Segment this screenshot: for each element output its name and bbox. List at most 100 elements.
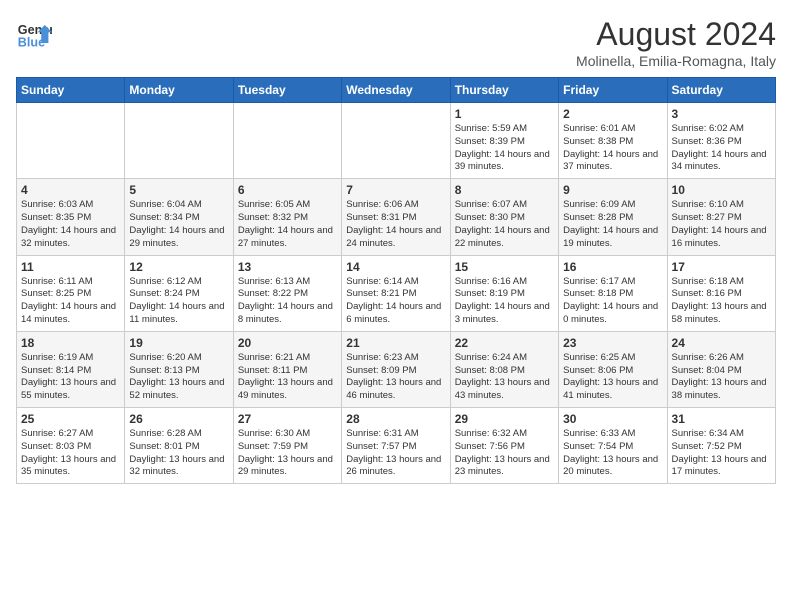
calendar-cell: 11 Sunrise: 6:11 AM Sunset: 8:25 PM Dayli…	[17, 255, 125, 331]
calendar-cell: 21 Sunrise: 6:23 AM Sunset: 8:09 PM Dayli…	[342, 331, 450, 407]
header-cell-monday: Monday	[125, 78, 233, 103]
calendar-cell: 26 Sunrise: 6:28 AM Sunset: 8:01 PM Dayli…	[125, 408, 233, 484]
calendar-week-2: 4 Sunrise: 6:03 AM Sunset: 8:35 PM Daylig…	[17, 179, 776, 255]
day-number: 31	[672, 412, 771, 426]
day-number: 7	[346, 183, 445, 197]
day-number: 27	[238, 412, 337, 426]
day-number: 22	[455, 336, 554, 350]
svg-text:Blue: Blue	[18, 36, 45, 50]
day-number: 1	[455, 107, 554, 121]
day-info: Sunrise: 6:31 AM Sunset: 7:57 PM Dayligh…	[346, 428, 445, 479]
day-info: Sunrise: 6:02 AM Sunset: 8:36 PM Dayligh…	[672, 123, 771, 174]
calendar-cell	[17, 103, 125, 179]
day-info: Sunrise: 6:04 AM Sunset: 8:34 PM Dayligh…	[129, 199, 228, 250]
calendar-cell: 23Sunrise: 6:25 AM Sunset: 8:06 PM Dayli…	[559, 331, 667, 407]
header-cell-sunday: Sunday	[17, 78, 125, 103]
day-info: Sunrise: 6:19 AM Sunset: 8:14 PM Dayligh…	[21, 352, 120, 403]
day-number: 8	[455, 183, 554, 197]
header-cell-wednesday: Wednesday	[342, 78, 450, 103]
day-number: 17	[672, 260, 771, 274]
day-number: 9	[563, 183, 662, 197]
day-info: Sunrise: 6:23 AM Sunset: 8:09 PM Dayligh…	[346, 352, 445, 403]
day-number: 25	[21, 412, 120, 426]
calendar-cell: 15 Sunrise: 6:16 AM Sunset: 8:19 PM Dayli…	[450, 255, 558, 331]
day-number: 26	[129, 412, 228, 426]
day-number: 20	[238, 336, 337, 350]
calendar-cell: 25 Sunrise: 6:27 AM Sunset: 8:03 PM Dayli…	[17, 408, 125, 484]
day-number: 12	[129, 260, 228, 274]
calendar-cell	[125, 103, 233, 179]
day-number: 10	[672, 183, 771, 197]
day-info: Sunrise: 6:24 AM Sunset: 8:08 PM Dayligh…	[455, 352, 554, 403]
day-number: 6	[238, 183, 337, 197]
day-info: Sunrise: 6:26 AM Sunset: 8:04 PM Dayligh…	[672, 352, 771, 403]
day-number: 11	[21, 260, 120, 274]
calendar-cell: 7 Sunrise: 6:06 AM Sunset: 8:31 PM Daylig…	[342, 179, 450, 255]
calendar-cell	[342, 103, 450, 179]
day-info: Sunrise: 6:16 AM Sunset: 8:19 PM Dayligh…	[455, 276, 554, 327]
calendar-cell: 24Sunrise: 6:26 AM Sunset: 8:04 PM Dayli…	[667, 331, 775, 407]
day-info: Sunrise: 6:13 AM Sunset: 8:22 PM Dayligh…	[238, 276, 337, 327]
calendar-cell: 19Sunrise: 6:20 AM Sunset: 8:13 PM Dayli…	[125, 331, 233, 407]
day-info: Sunrise: 5:59 AM Sunset: 8:39 PM Dayligh…	[455, 123, 554, 174]
calendar-cell: 9 Sunrise: 6:09 AM Sunset: 8:28 PM Daylig…	[559, 179, 667, 255]
calendar-cell: 16Sunrise: 6:17 AM Sunset: 8:18 PM Dayli…	[559, 255, 667, 331]
day-number: 19	[129, 336, 228, 350]
day-info: Sunrise: 6:07 AM Sunset: 8:30 PM Dayligh…	[455, 199, 554, 250]
day-info: Sunrise: 6:33 AM Sunset: 7:54 PM Dayligh…	[563, 428, 662, 479]
calendar-cell: 30 Sunrise: 6:33 AM Sunset: 7:54 PM Dayli…	[559, 408, 667, 484]
calendar-week-1: 1 Sunrise: 5:59 AM Sunset: 8:39 PM Daylig…	[17, 103, 776, 179]
calendar-cell: 29Sunrise: 6:32 AM Sunset: 7:56 PM Dayli…	[450, 408, 558, 484]
calendar-body: 1 Sunrise: 5:59 AM Sunset: 8:39 PM Daylig…	[17, 103, 776, 484]
header-row: SundayMondayTuesdayWednesdayThursdayFrid…	[17, 78, 776, 103]
calendar-cell: 6Sunrise: 6:05 AM Sunset: 8:32 PM Daylig…	[233, 179, 341, 255]
page-title: August 2024	[576, 16, 776, 53]
calendar-cell: 20Sunrise: 6:21 AM Sunset: 8:11 PM Dayli…	[233, 331, 341, 407]
calendar-table: SundayMondayTuesdayWednesdayThursdayFrid…	[16, 77, 776, 484]
calendar-cell	[233, 103, 341, 179]
day-number: 14	[346, 260, 445, 274]
calendar-cell: 14Sunrise: 6:14 AM Sunset: 8:21 PM Dayli…	[342, 255, 450, 331]
day-info: Sunrise: 6:27 AM Sunset: 8:03 PM Dayligh…	[21, 428, 120, 479]
page-subtitle: Molinella, Emilia-Romagna, Italy	[576, 53, 776, 69]
day-info: Sunrise: 6:06 AM Sunset: 8:31 PM Dayligh…	[346, 199, 445, 250]
calendar-cell: 18Sunrise: 6:19 AM Sunset: 8:14 PM Dayli…	[17, 331, 125, 407]
calendar-cell: 12 Sunrise: 6:12 AM Sunset: 8:24 PM Dayli…	[125, 255, 233, 331]
header-cell-friday: Friday	[559, 78, 667, 103]
day-info: Sunrise: 6:18 AM Sunset: 8:16 PM Dayligh…	[672, 276, 771, 327]
calendar-week-3: 11 Sunrise: 6:11 AM Sunset: 8:25 PM Dayli…	[17, 255, 776, 331]
day-info: Sunrise: 6:11 AM Sunset: 8:25 PM Dayligh…	[21, 276, 120, 327]
day-number: 28	[346, 412, 445, 426]
day-info: Sunrise: 6:12 AM Sunset: 8:24 PM Dayligh…	[129, 276, 228, 327]
calendar-cell: 2Sunrise: 6:01 AM Sunset: 8:38 PM Daylig…	[559, 103, 667, 179]
header-cell-saturday: Saturday	[667, 78, 775, 103]
day-number: 30	[563, 412, 662, 426]
day-number: 4	[21, 183, 120, 197]
day-info: Sunrise: 6:30 AM Sunset: 7:59 PM Dayligh…	[238, 428, 337, 479]
calendar-cell: 5 Sunrise: 6:04 AM Sunset: 8:34 PM Daylig…	[125, 179, 233, 255]
day-number: 21	[346, 336, 445, 350]
day-number: 5	[129, 183, 228, 197]
logo-icon: General Blue	[16, 16, 52, 52]
day-info: Sunrise: 6:09 AM Sunset: 8:28 PM Dayligh…	[563, 199, 662, 250]
calendar-cell: 13 Sunrise: 6:13 AM Sunset: 8:22 PM Dayli…	[233, 255, 341, 331]
calendar-cell: 27 Sunrise: 6:30 AM Sunset: 7:59 PM Dayli…	[233, 408, 341, 484]
calendar-cell: 8 Sunrise: 6:07 AM Sunset: 8:30 PM Daylig…	[450, 179, 558, 255]
day-info: Sunrise: 6:28 AM Sunset: 8:01 PM Dayligh…	[129, 428, 228, 479]
calendar-cell: 1 Sunrise: 5:59 AM Sunset: 8:39 PM Daylig…	[450, 103, 558, 179]
title-block: August 2024 Molinella, Emilia-Romagna, I…	[576, 16, 776, 69]
day-number: 29	[455, 412, 554, 426]
day-info: Sunrise: 6:10 AM Sunset: 8:27 PM Dayligh…	[672, 199, 771, 250]
header-cell-thursday: Thursday	[450, 78, 558, 103]
calendar-cell: 4 Sunrise: 6:03 AM Sunset: 8:35 PM Daylig…	[17, 179, 125, 255]
day-info: Sunrise: 6:01 AM Sunset: 8:38 PM Dayligh…	[563, 123, 662, 174]
calendar-cell: 22 Sunrise: 6:24 AM Sunset: 8:08 PM Dayli…	[450, 331, 558, 407]
day-info: Sunrise: 6:17 AM Sunset: 8:18 PM Dayligh…	[563, 276, 662, 327]
calendar-cell: 28 Sunrise: 6:31 AM Sunset: 7:57 PM Dayli…	[342, 408, 450, 484]
calendar-cell: 17 Sunrise: 6:18 AM Sunset: 8:16 PM Dayli…	[667, 255, 775, 331]
day-number: 15	[455, 260, 554, 274]
calendar-week-4: 18Sunrise: 6:19 AM Sunset: 8:14 PM Dayli…	[17, 331, 776, 407]
calendar-cell: 10 Sunrise: 6:10 AM Sunset: 8:27 PM Dayli…	[667, 179, 775, 255]
day-number: 13	[238, 260, 337, 274]
day-info: Sunrise: 6:03 AM Sunset: 8:35 PM Dayligh…	[21, 199, 120, 250]
